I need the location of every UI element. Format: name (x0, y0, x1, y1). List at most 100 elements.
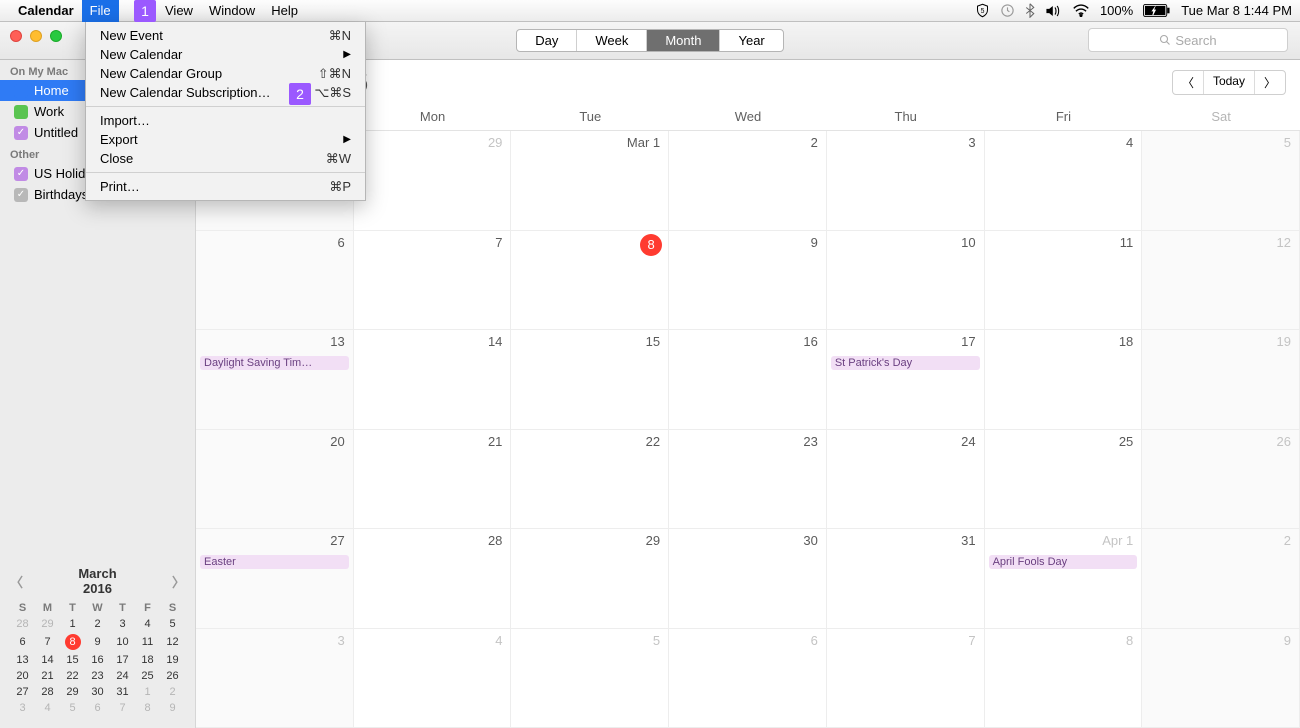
day-cell[interactable]: 27Easter (196, 529, 354, 629)
menubar-clock[interactable]: Tue Mar 8 1:44 PM (1181, 3, 1292, 18)
day-cell[interactable]: 6 (196, 231, 354, 331)
search-input[interactable]: Search (1088, 28, 1288, 52)
view-week[interactable]: Week (577, 30, 647, 51)
day-cell[interactable]: 5 (511, 629, 669, 728)
day-cell[interactable]: 3 (827, 131, 985, 231)
checkbox-icon[interactable]: ✓ (14, 188, 28, 202)
day-cell[interactable]: 24 (827, 430, 985, 530)
mini-cal-day[interactable]: 25 (135, 668, 160, 684)
day-cell[interactable]: 9 (669, 231, 827, 331)
mini-cal-day[interactable]: 16 (85, 652, 110, 668)
mini-cal-day[interactable]: 8 (60, 632, 85, 652)
mini-cal-day[interactable]: 2 (85, 616, 110, 632)
menu-window[interactable]: Window (201, 0, 263, 22)
mini-cal-day[interactable]: 9 (160, 700, 185, 716)
day-cell[interactable]: 7 (354, 231, 512, 331)
mini-cal-day[interactable]: 4 (35, 700, 60, 716)
next-month-button[interactable]: 〉 (1255, 71, 1285, 94)
day-cell[interactable]: 2 (669, 131, 827, 231)
mini-cal-day[interactable]: 17 (110, 652, 135, 668)
mini-cal-day[interactable]: 30 (85, 684, 110, 700)
mini-cal-day[interactable]: 20 (10, 668, 35, 684)
menu-file[interactable]: File (82, 0, 119, 22)
menu-item-new-calendar-group[interactable]: New Calendar Group⇧⌘N (86, 64, 365, 83)
menu-view[interactable]: View (157, 0, 201, 22)
menu-item-new-event[interactable]: New Event⌘N (86, 26, 365, 45)
mini-cal-day[interactable]: 5 (60, 700, 85, 716)
day-cell[interactable]: 28 (354, 529, 512, 629)
mini-cal-day[interactable]: 6 (85, 700, 110, 716)
day-cell[interactable]: 22 (511, 430, 669, 530)
mini-cal-day[interactable]: 8 (135, 700, 160, 716)
day-cell[interactable]: 10 (827, 231, 985, 331)
day-cell[interactable]: 16 (669, 330, 827, 430)
prev-month-button[interactable]: 〈 (1173, 71, 1204, 94)
menu-item-new-calendar[interactable]: New Calendar▶ (86, 45, 365, 64)
window-controls[interactable] (10, 30, 62, 42)
mini-cal-day[interactable]: 7 (110, 700, 135, 716)
day-cell[interactable]: 11 (985, 231, 1143, 331)
checkbox-icon[interactable]: ✓ (14, 167, 28, 181)
mini-cal-day[interactable]: 15 (60, 652, 85, 668)
zoom-window-button[interactable] (50, 30, 62, 42)
day-cell[interactable]: 20 (196, 430, 354, 530)
day-cell[interactable]: 4 (985, 131, 1143, 231)
view-year[interactable]: Year (720, 30, 782, 51)
event-pill[interactable]: April Fools Day (989, 555, 1138, 569)
event-pill[interactable]: Easter (200, 555, 349, 569)
day-cell[interactable]: 13Daylight Saving Tim… (196, 330, 354, 430)
volume-icon[interactable] (1045, 4, 1062, 18)
day-cell[interactable]: 17St Patrick's Day (827, 330, 985, 430)
mini-cal-day[interactable]: 4 (135, 616, 160, 632)
checkbox-icon[interactable]: ✓ (14, 126, 28, 140)
mini-cal-day[interactable]: 28 (35, 684, 60, 700)
menu-item-print-[interactable]: Print…⌘P (86, 177, 365, 196)
mini-cal-day[interactable]: 2 (160, 684, 185, 700)
day-cell[interactable]: 5 (1142, 131, 1300, 231)
mini-cal-day[interactable]: 3 (10, 700, 35, 716)
mini-cal-day[interactable]: 29 (35, 616, 60, 632)
day-cell[interactable]: 4 (354, 629, 512, 728)
month-nav[interactable]: 〈 Today 〉 (1172, 70, 1286, 95)
mini-cal-day[interactable]: 22 (60, 668, 85, 684)
mini-cal-day[interactable]: 13 (10, 652, 35, 668)
wifi-icon[interactable] (1072, 4, 1090, 17)
battery-percent[interactable]: 100% (1100, 3, 1133, 18)
close-window-button[interactable] (10, 30, 22, 42)
mini-cal-day[interactable]: 9 (85, 632, 110, 652)
mini-cal-day[interactable]: 1 (135, 684, 160, 700)
day-cell[interactable]: 6 (669, 629, 827, 728)
day-cell[interactable]: 23 (669, 430, 827, 530)
day-cell[interactable]: 26 (1142, 430, 1300, 530)
day-cell[interactable]: 18 (985, 330, 1143, 430)
bluetooth-icon[interactable] (1025, 3, 1035, 18)
mini-cal-prev[interactable]: 〈 (10, 572, 23, 591)
mini-cal-day[interactable]: 12 (160, 632, 185, 652)
mini-cal-day[interactable]: 11 (135, 632, 160, 652)
mini-calendar[interactable]: 〈March 2016〉SMTWTFS282912345678910111213… (0, 560, 195, 728)
day-cell[interactable]: 30 (669, 529, 827, 629)
mini-cal-day[interactable]: 21 (35, 668, 60, 684)
view-month[interactable]: Month (647, 30, 720, 51)
day-cell[interactable]: 14 (354, 330, 512, 430)
mini-cal-day[interactable]: 6 (10, 632, 35, 652)
shield-icon[interactable]: 5 (975, 3, 990, 18)
day-cell[interactable]: 8 (985, 629, 1143, 728)
menu-help[interactable]: Help (263, 0, 306, 22)
timemachine-icon[interactable] (1000, 3, 1015, 18)
battery-icon[interactable] (1143, 4, 1171, 17)
day-cell[interactable]: 29 (511, 529, 669, 629)
menu-item-export[interactable]: Export▶ (86, 130, 365, 149)
day-cell[interactable]: 9 (1142, 629, 1300, 728)
mini-cal-day[interactable]: 19 (160, 652, 185, 668)
day-cell[interactable]: 21 (354, 430, 512, 530)
today-button[interactable]: Today (1204, 71, 1255, 94)
mini-cal-day[interactable]: 23 (85, 668, 110, 684)
event-pill[interactable]: St Patrick's Day (831, 356, 980, 370)
mini-cal-day[interactable]: 5 (160, 616, 185, 632)
mini-cal-day[interactable]: 10 (110, 632, 135, 652)
mini-cal-day[interactable]: 3 (110, 616, 135, 632)
menu-item-new-calendar-subscription-[interactable]: New Calendar Subscription…⌥⌘S (86, 83, 365, 102)
day-cell[interactable]: 15 (511, 330, 669, 430)
mini-cal-day[interactable]: 7 (35, 632, 60, 652)
